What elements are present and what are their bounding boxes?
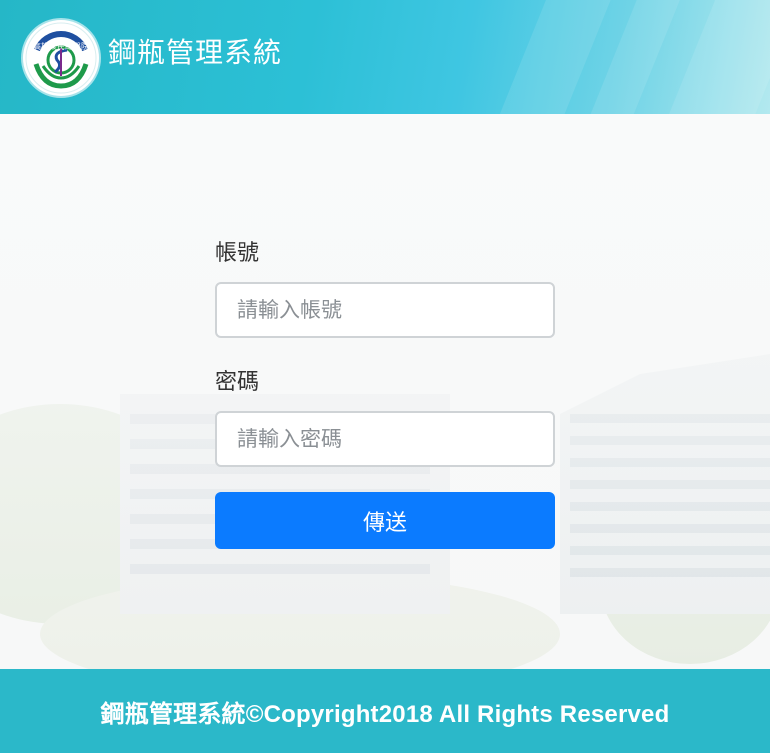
app-header: 高雄榮民總醫院 鋼瓶管理系統 bbox=[0, 0, 770, 114]
app-title: 鋼瓶管理系統 bbox=[108, 36, 283, 69]
app-footer: 鋼瓶管理系統©Copyright2018 All Rights Reserved bbox=[0, 669, 770, 753]
copyright-text: 鋼瓶管理系統©Copyright2018 All Rights Reserved bbox=[100, 700, 670, 728]
submit-button[interactable]: 傳送 bbox=[215, 492, 555, 549]
building-background-image bbox=[0, 114, 770, 669]
password-input[interactable] bbox=[215, 411, 555, 467]
logo-graphic: 高雄榮民總醫院 bbox=[25, 22, 97, 94]
password-label: 密碼 bbox=[215, 370, 260, 395]
hospital-logo-icon[interactable]: 高雄榮民總醫院 bbox=[23, 20, 99, 96]
username-input[interactable] bbox=[215, 282, 555, 338]
logo-lettering: 高雄榮民總醫院 bbox=[33, 41, 89, 51]
login-panel bbox=[0, 114, 770, 669]
username-label: 帳號 bbox=[215, 241, 260, 266]
